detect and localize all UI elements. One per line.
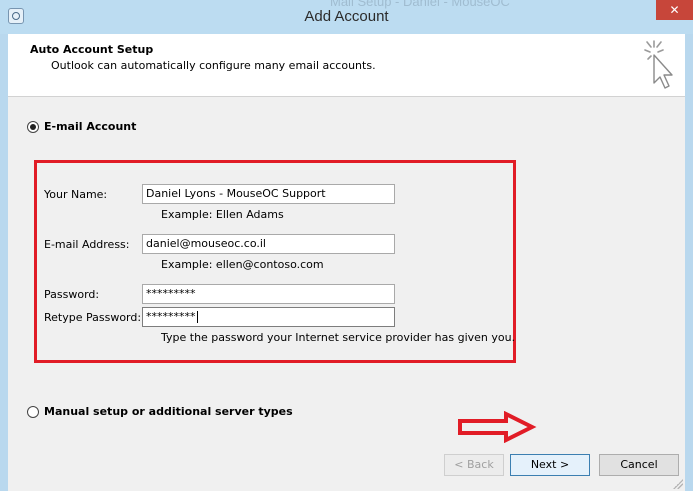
password-label: Password:	[44, 288, 100, 301]
email-address-label: E-mail Address:	[44, 238, 130, 251]
title-bar: Mail Setup - Daniel - MouseOC Add Accoun…	[0, 0, 693, 34]
manual-setup-label: Manual setup or additional server types	[44, 405, 293, 418]
text-caret	[196, 311, 198, 323]
retype-password-value: *********	[146, 310, 196, 323]
password-input[interactable]: *********	[142, 284, 395, 304]
your-name-input[interactable]: Daniel Lyons - MouseOC Support	[142, 184, 395, 204]
email-address-input[interactable]: daniel@mouseoc.co.il	[142, 234, 395, 254]
retype-password-label: Retype Password:	[44, 311, 142, 324]
resize-grip[interactable]	[673, 479, 683, 489]
next-button[interactable]: Next >	[510, 454, 590, 476]
password-hint: Type the password your Internet service …	[161, 331, 516, 344]
your-name-label: Your Name:	[44, 188, 108, 201]
window-title: Add Account	[304, 8, 389, 25]
manual-setup-radio[interactable]	[27, 405, 39, 418]
email-address-example: Example: ellen@contoso.com	[161, 258, 324, 271]
back-button[interactable]: < Back	[444, 454, 504, 476]
magic-cursor-icon	[644, 40, 673, 89]
dialog-header: Auto Account Setup Outlook can automatic…	[8, 34, 685, 97]
red-arrow-icon	[458, 411, 537, 443]
add-account-dialog: Auto Account Setup Outlook can automatic…	[8, 34, 685, 491]
retype-password-input[interactable]: *********	[142, 307, 395, 327]
manual-setup-option[interactable]: Manual setup or additional server types	[27, 405, 293, 418]
email-account-label: E-mail Account	[44, 120, 137, 133]
your-name-example: Example: Ellen Adams	[161, 208, 284, 221]
header-subtitle: Outlook can automatically configure many…	[51, 59, 376, 72]
email-account-option[interactable]: E-mail Account	[27, 120, 136, 133]
email-account-radio[interactable]	[27, 120, 39, 133]
close-button[interactable]: ✕	[656, 0, 693, 20]
header-title: Auto Account Setup	[30, 43, 154, 56]
cancel-button[interactable]: Cancel	[599, 454, 679, 476]
